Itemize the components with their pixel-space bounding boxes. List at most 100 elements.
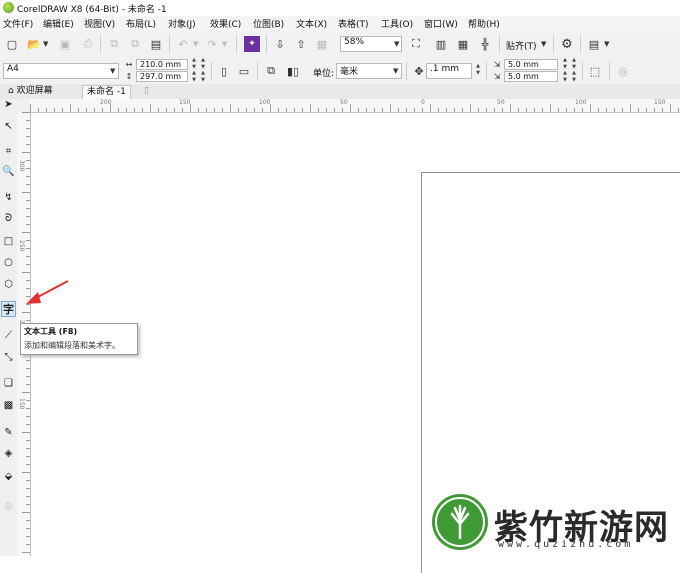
page-size-dropdown-icon[interactable]: ▼ <box>110 67 115 75</box>
menu-window[interactable]: 窗口(W) <box>424 17 458 30</box>
toolbar-divider <box>609 62 610 80</box>
undo-dropdown-icon[interactable]: ▼ <box>193 40 198 48</box>
new-tab-icon[interactable]: ▯ <box>140 85 153 98</box>
width-spinner-2[interactable]: ▲ ▼ <box>199 57 207 71</box>
zoom-tool-icon[interactable]: 🔍 <box>1 163 16 179</box>
interactive-fill-tool-icon[interactable]: ◈ <box>1 445 16 461</box>
paste-icon[interactable]: ▤ <box>148 36 164 52</box>
menu-text[interactable]: 文本(X) <box>296 17 327 30</box>
toolbox: ➤ ↖ ⌗ 🔍 ↯ ᘐ □ ○ ⬡ 字 ⟋ ⤡ ❑ ▩ ✎ ◈ ⬙ ◎ <box>0 99 18 556</box>
show-grid-icon[interactable]: ▦ <box>455 36 471 52</box>
menu-file[interactable]: 文件(F) <box>3 17 33 30</box>
dup-x-spinner-2[interactable]: ▲ ▼ <box>570 57 578 71</box>
height-spinner-2[interactable]: ▲ ▼ <box>199 70 207 84</box>
import-icon[interactable]: ⇩ <box>272 36 288 52</box>
show-rulers-icon[interactable]: ▥ <box>433 36 449 52</box>
smart-fill-tool-icon[interactable]: ⬙ <box>1 468 16 484</box>
rectangle-tool-icon[interactable]: □ <box>1 233 16 249</box>
toolbar-divider <box>582 62 583 80</box>
all-pages-icon[interactable]: ⧉ <box>263 63 279 79</box>
page-width-icon: ↔ <box>125 59 133 69</box>
text-tool-icon[interactable]: 字 <box>1 301 16 317</box>
freehand-tool-icon[interactable]: ↯ <box>1 189 16 205</box>
width-spinner[interactable]: ▲ ▼ <box>190 57 198 71</box>
dup-x-spinner[interactable]: ▲ ▼ <box>561 57 569 71</box>
open-dropdown-icon[interactable]: ▼ <box>43 40 48 48</box>
zoom-level-field[interactable]: 58% <box>340 36 402 52</box>
undo-icon[interactable]: ↶ <box>175 36 191 52</box>
parallel-dimension-tool-icon[interactable]: ⟋ <box>1 327 16 343</box>
export-icon[interactable]: ⇧ <box>293 36 309 52</box>
bleed-frame-icon[interactable]: ⬚ <box>587 63 603 79</box>
new-document-icon[interactable]: ▢ <box>4 36 20 52</box>
page-size-select[interactable]: A4 <box>3 63 119 79</box>
red-arrow-annotation <box>26 280 69 304</box>
pick-tool-icon[interactable]: ➤ <box>1 96 16 112</box>
portrait-icon[interactable]: ▯ <box>216 63 232 79</box>
copy-icon[interactable]: ⧉ <box>127 36 143 52</box>
current-page-icon[interactable]: ▮▯ <box>285 63 301 79</box>
shape-tool-icon[interactable]: ↖ <box>1 118 16 134</box>
menu-tools[interactable]: 工具(O) <box>381 17 413 30</box>
menu-edit[interactable]: 编辑(E) <box>43 17 74 30</box>
search-content-icon[interactable]: ✦ <box>244 36 260 52</box>
snap-dropdown-icon[interactable]: ▼ <box>541 40 546 48</box>
dup-y-spinner-2[interactable]: ▲ ▼ <box>570 70 578 84</box>
application-launcher-icon[interactable]: ▤ <box>586 36 602 52</box>
lock-icon[interactable]: ◎ <box>615 63 631 79</box>
menu-effects[interactable]: 效果(C) <box>210 17 241 30</box>
menu-view[interactable]: 视图(V) <box>84 17 115 30</box>
artistic-media-tool-icon[interactable]: ᘐ <box>1 210 16 226</box>
eyedropper-tool-icon[interactable]: ✎ <box>1 424 16 440</box>
toolbar-divider <box>211 62 212 80</box>
redo-icon[interactable]: ↷ <box>204 36 220 52</box>
coreldraw-logo-icon <box>3 2 14 13</box>
ruler-label: 150 <box>179 99 191 106</box>
connector-tool-icon[interactable]: ⤡ <box>1 349 16 365</box>
snap-to-menu[interactable]: 贴齐(T) <box>506 39 537 52</box>
publish-pdf-icon[interactable]: ▦ <box>314 36 330 52</box>
options-gear-icon[interactable]: ⚙ <box>559 36 575 52</box>
menu-layout[interactable]: 布局(L) <box>126 17 156 30</box>
menu-help[interactable]: 帮助(H) <box>468 17 500 30</box>
menu-bitmaps[interactable]: 位图(B) <box>253 17 284 30</box>
show-guidelines-icon[interactable]: ╬ <box>477 36 493 52</box>
full-screen-icon[interactable]: ⛶ <box>408 36 424 52</box>
ruler-label: 150 <box>18 398 25 410</box>
dup-y-spinner[interactable]: ▲ ▼ <box>561 70 569 84</box>
tree-icon <box>435 497 485 547</box>
open-folder-icon[interactable]: 📂 <box>26 36 42 52</box>
duplicate-x-field[interactable]: 5.0 mm <box>504 59 558 70</box>
page-width-field[interactable]: 210.0 mm <box>136 59 188 70</box>
save-icon[interactable]: ▣ <box>57 36 73 52</box>
tab-document-label: 未命名 -1 <box>87 87 126 97</box>
zoom-dropdown-icon[interactable]: ▼ <box>394 40 399 48</box>
cut-icon[interactable]: ⧉ <box>106 36 122 52</box>
duplicate-y-icon: ⇲ <box>493 71 501 81</box>
home-icon: ⌂ <box>8 86 14 96</box>
horizontal-ruler[interactable]: 200 150 100 50 0 50 100 150 <box>30 99 680 113</box>
crop-tool-icon[interactable]: ⌗ <box>1 143 16 159</box>
nudge-distance-field[interactable]: .1 mm <box>426 63 472 79</box>
duplicate-y-field[interactable]: 5.0 mm <box>504 71 558 82</box>
launcher-dropdown-icon[interactable]: ▼ <box>604 40 609 48</box>
print-icon[interactable]: ⎙ <box>80 36 96 52</box>
ruler-origin[interactable] <box>17 99 31 113</box>
lock-icon[interactable]: ◎ <box>1 498 16 514</box>
transparency-tool-icon[interactable]: ▩ <box>1 397 16 413</box>
height-spinner[interactable]: ▲ ▼ <box>190 70 198 84</box>
toolbar-divider <box>499 35 500 53</box>
ruler-label: 200 <box>100 99 112 106</box>
redo-dropdown-icon[interactable]: ▼ <box>222 40 227 48</box>
units-dropdown-icon[interactable]: ▼ <box>393 67 398 75</box>
ellipse-tool-icon[interactable]: ○ <box>1 254 16 270</box>
ruler-label: 50 <box>497 99 505 106</box>
polygon-tool-icon[interactable]: ⬡ <box>1 276 16 292</box>
menu-table[interactable]: 表格(T) <box>338 17 369 30</box>
drop-shadow-tool-icon[interactable]: ❑ <box>1 375 16 391</box>
landscape-icon[interactable]: ▭ <box>236 63 252 79</box>
page-height-field[interactable]: 297.0 mm <box>136 71 188 82</box>
nudge-spinner[interactable]: ▲ ▼ <box>474 63 482 77</box>
menu-object[interactable]: 对象(J) <box>168 17 196 30</box>
tab-document[interactable]: 未命名 -1 <box>82 85 131 99</box>
